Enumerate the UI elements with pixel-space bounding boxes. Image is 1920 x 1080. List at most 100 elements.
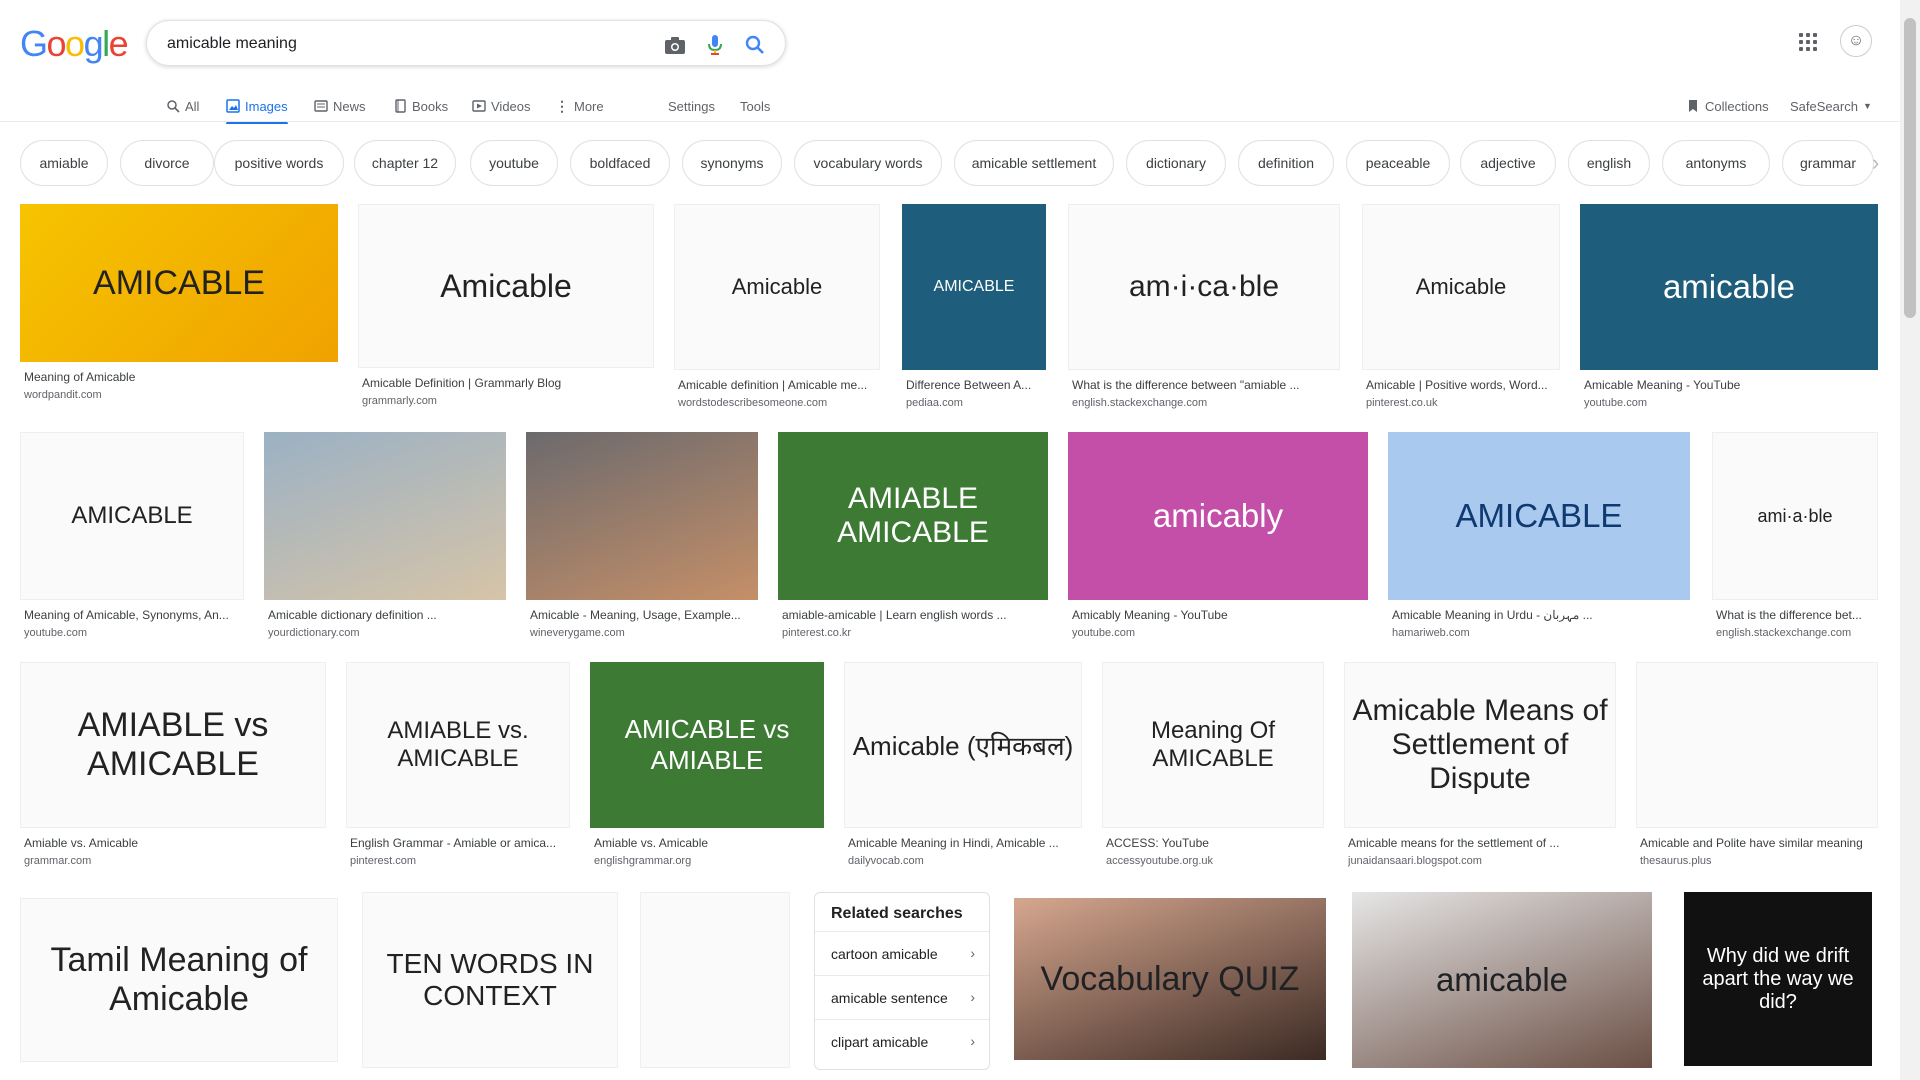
result-title[interactable]: Amicable Meaning in Urdu - مہربان ... bbox=[1392, 608, 1686, 622]
result-title[interactable]: amiable-amicable | Learn english words .… bbox=[782, 608, 1044, 622]
result-source[interactable]: junaidansaari.blogspot.com bbox=[1348, 855, 1612, 867]
result-source[interactable]: grammar.com bbox=[24, 855, 322, 867]
account-avatar[interactable]: ☺ bbox=[1840, 25, 1872, 57]
result-thumbnail[interactable]: Tamil Meaning of Amicable bbox=[20, 898, 338, 1062]
tab-images[interactable]: Images bbox=[226, 90, 288, 124]
image-result[interactable] bbox=[640, 892, 790, 1080]
google-logo[interactable]: Google bbox=[20, 26, 129, 62]
result-title[interactable]: English Grammar - Amiable or amica... bbox=[350, 836, 566, 850]
search-input[interactable] bbox=[167, 32, 647, 56]
image-result[interactable]: AMIABLE vs. AMICABLE English Grammar - Am… bbox=[346, 662, 570, 872]
result-source[interactable]: hamariweb.com bbox=[1392, 627, 1686, 639]
result-source[interactable]: pinterest.co.kr bbox=[782, 627, 1044, 639]
result-title[interactable]: Amicable Meaning in Hindi, Amicable ... bbox=[848, 836, 1078, 850]
result-thumbnail[interactable]: Amicable bbox=[358, 204, 654, 368]
result-title[interactable]: Amicable Definition | Grammarly Blog bbox=[362, 376, 650, 390]
result-title[interactable]: Amicable definition | Amicable me... bbox=[678, 378, 876, 392]
result-thumbnail[interactable]: Amicable bbox=[674, 204, 880, 370]
result-thumbnail[interactable]: AMICABLE bbox=[20, 204, 338, 362]
result-title[interactable]: Difference Between A... bbox=[906, 378, 1042, 392]
result-thumbnail[interactable]: AMIABLE vs AMICABLE bbox=[20, 662, 326, 828]
result-source[interactable]: english.stackexchange.com bbox=[1072, 397, 1336, 409]
chip-amiable[interactable]: amiable bbox=[20, 140, 108, 186]
image-result[interactable]: AMICABLE Meaning of Amicable, Synonyms, A… bbox=[20, 432, 244, 644]
result-title[interactable]: ACCESS: YouTube bbox=[1106, 836, 1320, 850]
image-result[interactable]: Amicable Amicable | Positive words, Word.… bbox=[1362, 204, 1560, 414]
tools-link[interactable]: Tools bbox=[740, 90, 770, 122]
image-result[interactable]: Amicable Amicable definition | Amicable m… bbox=[674, 204, 880, 414]
result-source[interactable]: englishgrammar.org bbox=[594, 855, 820, 867]
result-source[interactable]: youtube.com bbox=[1584, 397, 1874, 409]
result-source[interactable]: grammarly.com bbox=[362, 395, 650, 407]
result-thumbnail[interactable]: amicably bbox=[1068, 432, 1368, 600]
result-thumbnail[interactable]: ami·a·ble bbox=[1712, 432, 1878, 600]
image-result[interactable]: Tamil Meaning of Amicable bbox=[20, 898, 338, 1080]
result-source[interactable]: yourdictionary.com bbox=[268, 627, 502, 639]
result-source[interactable]: pinterest.co.uk bbox=[1366, 397, 1556, 409]
result-title[interactable]: Amicable Meaning - YouTube bbox=[1584, 378, 1874, 392]
chip-boldfaced[interactable]: boldfaced bbox=[570, 140, 670, 186]
related-search-item[interactable]: amicable sentence › bbox=[815, 975, 989, 1019]
tab-news[interactable]: News bbox=[314, 90, 366, 122]
related-search-item[interactable]: clipart amicable › bbox=[815, 1019, 989, 1063]
image-result[interactable]: Amicable Amicable Definition | Grammarly … bbox=[358, 204, 654, 412]
related-search-item[interactable]: cartoon amicable › bbox=[815, 931, 989, 975]
result-thumbnail[interactable]: Amicable bbox=[1362, 204, 1560, 370]
result-title[interactable]: Amiable vs. Amicable bbox=[594, 836, 820, 850]
image-result[interactable]: Vocabulary QUIZ bbox=[1014, 898, 1326, 1080]
microphone-icon[interactable] bbox=[703, 33, 727, 57]
result-title[interactable]: Meaning of Amicable bbox=[24, 370, 334, 384]
chip-youtube[interactable]: youtube bbox=[470, 140, 558, 186]
result-thumbnail[interactable] bbox=[264, 432, 506, 600]
result-source[interactable]: thesaurus.plus bbox=[1640, 855, 1874, 867]
image-result[interactable]: Amicable - Meaning, Usage, Example... win… bbox=[526, 432, 758, 644]
result-thumbnail[interactable] bbox=[640, 892, 790, 1068]
scrollbar-thumb[interactable] bbox=[1904, 18, 1916, 318]
image-result[interactable]: am·i·ca·ble What is the difference betwee… bbox=[1068, 204, 1340, 414]
result-source[interactable]: wordstodescribesomeone.com bbox=[678, 397, 876, 409]
result-thumbnail[interactable]: amicable bbox=[1352, 892, 1652, 1068]
result-source[interactable]: wineverygame.com bbox=[530, 627, 754, 639]
result-thumbnail[interactable]: Meaning Of AMICABLE bbox=[1102, 662, 1324, 828]
image-result[interactable]: Meaning Of AMICABLE ACCESS: YouTube access… bbox=[1102, 662, 1324, 872]
result-source[interactable]: dailyvocab.com bbox=[848, 855, 1078, 867]
tab-books[interactable]: Books bbox=[393, 90, 448, 122]
image-result[interactable]: amicably Amicably Meaning - YouTube youtub… bbox=[1068, 432, 1368, 644]
image-result[interactable]: ami·a·ble What is the difference bet... en… bbox=[1712, 432, 1878, 644]
result-thumbnail[interactable]: amicable bbox=[1580, 204, 1878, 370]
chip-vocabulary-words[interactable]: vocabulary words bbox=[794, 140, 942, 186]
result-source[interactable]: accessyoutube.org.uk bbox=[1106, 855, 1320, 867]
result-thumbnail[interactable]: Why did we drift apart the way we did? bbox=[1684, 892, 1872, 1066]
result-thumbnail[interactable] bbox=[1636, 662, 1878, 828]
image-result[interactable]: Amicable and Polite have similar meaning… bbox=[1636, 662, 1878, 872]
collections-link[interactable]: Collections bbox=[1686, 90, 1769, 122]
chip-adjective[interactable]: adjective bbox=[1460, 140, 1556, 186]
result-thumbnail[interactable] bbox=[526, 432, 758, 600]
result-thumbnail[interactable]: AMICABLE bbox=[20, 432, 244, 600]
search-icon[interactable] bbox=[743, 33, 767, 57]
image-result[interactable]: Amicable (एमिकबल) Amicable Meaning in Hin… bbox=[844, 662, 1082, 872]
image-result[interactable]: AMICABLE Meaning of Amicable wordpandit.co… bbox=[20, 204, 338, 406]
chip-english[interactable]: english bbox=[1568, 140, 1650, 186]
result-source[interactable]: pediaa.com bbox=[906, 397, 1042, 409]
result-thumbnail[interactable]: AMICABLE bbox=[902, 204, 1046, 370]
result-source[interactable]: wordpandit.com bbox=[24, 389, 334, 401]
result-title[interactable]: What is the difference between "amiable … bbox=[1072, 378, 1336, 392]
result-title[interactable]: Amicable and Polite have similar meaning bbox=[1640, 836, 1874, 850]
image-result[interactable]: amicable bbox=[1352, 892, 1652, 1080]
result-title[interactable]: Amiable vs. Amicable bbox=[24, 836, 322, 850]
tab-more[interactable]: ⋮ More bbox=[555, 90, 604, 122]
result-title[interactable]: Amicable means for the settlement of ... bbox=[1348, 836, 1612, 850]
image-result[interactable]: AMICABLE Difference Between A... pediaa.co… bbox=[902, 204, 1046, 414]
settings-link[interactable]: Settings bbox=[668, 90, 715, 122]
result-source[interactable]: pinterest.com bbox=[350, 855, 566, 867]
search-box[interactable] bbox=[146, 20, 786, 66]
result-thumbnail[interactable]: AMIABLE AMICABLE bbox=[778, 432, 1048, 600]
result-source[interactable]: english.stackexchange.com bbox=[1716, 627, 1874, 639]
result-title[interactable]: Amicably Meaning - YouTube bbox=[1072, 608, 1364, 622]
result-source[interactable]: youtube.com bbox=[1072, 627, 1364, 639]
result-title[interactable]: Amicable | Positive words, Word... bbox=[1366, 378, 1556, 392]
image-result[interactable]: amicable Amicable Meaning - YouTube youtub… bbox=[1580, 204, 1878, 414]
camera-icon[interactable] bbox=[663, 33, 687, 57]
tab-all[interactable]: All bbox=[166, 90, 199, 122]
